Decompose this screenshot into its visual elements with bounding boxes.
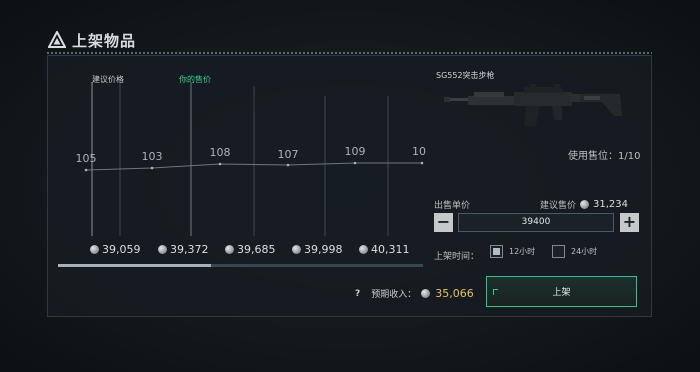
chart-point-label: 103 bbox=[141, 150, 163, 163]
chart-point-label: 108 bbox=[209, 146, 231, 159]
duration-option-label: 24小时 bbox=[571, 247, 598, 256]
coin-icon bbox=[225, 245, 234, 254]
chart-point-label: 107 bbox=[277, 148, 299, 161]
price-tick-value: 39,059 bbox=[102, 243, 141, 256]
checkbox-icon[interactable] bbox=[490, 245, 503, 258]
expected-income-label: 预期收入： bbox=[371, 290, 417, 300]
page-title: 上架物品 bbox=[72, 31, 137, 50]
duration-option-24h[interactable]: 24小时 bbox=[552, 245, 597, 258]
coin-icon bbox=[158, 245, 167, 254]
suggest-price-line-label: 建议价格 bbox=[92, 75, 124, 84]
usage-slots: 使用售位：1/10 bbox=[568, 151, 641, 162]
price-tick: 39,998 bbox=[292, 243, 343, 256]
price-chart: 建议价格 你的售价 105 103 108 107 109 10 bbox=[58, 66, 428, 266]
page-title-row: 上架物品 bbox=[48, 30, 136, 50]
duration-label: 上架时间： bbox=[434, 252, 480, 262]
chart-point-label: 109 bbox=[344, 145, 366, 158]
checkbox-icon[interactable] bbox=[552, 245, 565, 258]
duration-option-12h[interactable]: 12小时 bbox=[490, 245, 535, 258]
your-price-line-label: 你的售价 bbox=[179, 75, 211, 84]
list-item-button[interactable]: 上架 bbox=[486, 276, 637, 307]
chart-point-label: 10 bbox=[412, 145, 426, 158]
increase-price-button[interactable]: + bbox=[620, 213, 639, 232]
coin-icon bbox=[90, 245, 99, 254]
button-corner-accent bbox=[493, 289, 498, 295]
suggested-price-value: 31,234 bbox=[593, 199, 629, 210]
price-chart-svg bbox=[84, 82, 424, 236]
suggested-price-label: 建议售价 bbox=[540, 201, 577, 211]
duration-option-label: 12小时 bbox=[509, 247, 536, 256]
chart-scrollbar-thumb[interactable] bbox=[58, 264, 212, 267]
price-tick-value: 40,311 bbox=[371, 243, 410, 256]
title-divider bbox=[47, 52, 652, 54]
expected-income-value: 35,066 bbox=[435, 287, 474, 300]
decrease-price-button[interactable]: − bbox=[434, 213, 453, 232]
coin-icon bbox=[359, 245, 368, 254]
price-tick: 40,311 bbox=[359, 243, 410, 256]
suggested-price: 建议售价 31,234 bbox=[540, 198, 628, 211]
price-tick-value: 39,685 bbox=[237, 243, 276, 256]
help-icon[interactable]: ? bbox=[355, 289, 360, 299]
price-input[interactable]: 39400 bbox=[458, 213, 614, 232]
list-item-button-label: 上架 bbox=[552, 288, 571, 298]
price-tick-value: 39,372 bbox=[170, 243, 209, 256]
expected-income: ? 预期收入： 35,066 bbox=[355, 287, 474, 300]
price-tick: 39,372 bbox=[158, 243, 209, 256]
coin-icon bbox=[292, 245, 301, 254]
warning-triangle-icon bbox=[48, 31, 66, 48]
price-tick: 39,685 bbox=[225, 243, 276, 256]
price-tick-value: 39,998 bbox=[304, 243, 343, 256]
coin-icon bbox=[421, 289, 431, 298]
unit-price-label: 出售单价 bbox=[434, 201, 471, 211]
price-tick: 39,059 bbox=[90, 243, 141, 256]
chart-point-label: 105 bbox=[75, 152, 97, 165]
coin-icon bbox=[580, 200, 590, 209]
rifle-icon bbox=[444, 84, 622, 126]
